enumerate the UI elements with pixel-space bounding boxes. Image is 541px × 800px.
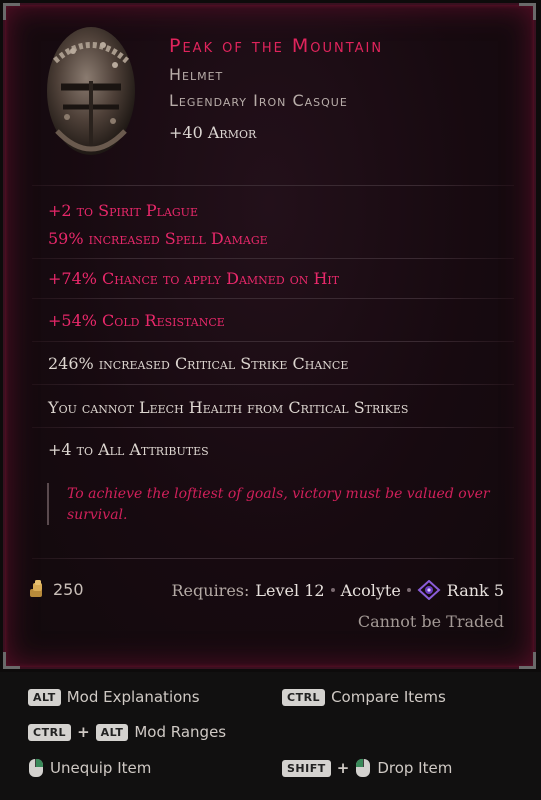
divider <box>32 185 514 186</box>
item-name: Peak of the Mountain <box>169 35 384 57</box>
requirements: Requires: Level 12 Acolyte Rank 5 <box>171 580 504 600</box>
mod-line: +2 to Spirit Plague <box>48 201 198 220</box>
helmet-icon <box>47 27 135 155</box>
ctrl-key: CTRL <box>28 723 72 741</box>
shift-key: SHIFT <box>282 759 331 777</box>
mod-line: +74% Chance to apply Damned on Hit <box>48 269 340 288</box>
item-tooltip: Peak of the Mountain Helmet Legendary Ir… <box>3 3 536 669</box>
mod-line: +4 to All Attributes <box>48 440 209 459</box>
divider <box>32 384 514 385</box>
flavor-bar <box>47 483 49 525</box>
required-level: Level 12 <box>255 580 325 600</box>
mod-line: 59% increased Spell Damage <box>48 229 268 248</box>
control-mod-explanations: ALT Mod Explanations <box>28 688 200 706</box>
mod-line: 246% increased Critical Strike Chance <box>48 354 349 373</box>
control-mod-ranges: CTRL + ALT Mod Ranges <box>28 723 226 741</box>
requires-label: Requires: <box>171 580 250 600</box>
separator-dot <box>406 588 411 592</box>
mod-line: +54% Cold Resistance <box>48 311 225 330</box>
divider <box>32 258 514 259</box>
corner-ornament <box>3 652 20 669</box>
required-class: Acolyte <box>340 580 401 600</box>
plus-sign: + <box>77 723 90 741</box>
flavor-text: To achieve the loftiest of goals, victor… <box>67 486 490 523</box>
divider <box>32 341 514 342</box>
item-base-type: Legendary Iron Casque <box>169 91 348 110</box>
control-label: Mod Explanations <box>66 688 200 706</box>
ctrl-key: CTRL <box>282 688 326 706</box>
gold-value: 250 <box>53 580 84 599</box>
mod-line: You cannot Leech Health from Critical St… <box>48 398 409 417</box>
controls-panel: ALT Mod Explanations CTRL Compare Items … <box>0 672 541 800</box>
separator-dot <box>330 588 335 592</box>
corner-ornament <box>519 652 536 669</box>
control-drop: SHIFT + Drop Item <box>282 758 452 778</box>
rank-icon <box>417 580 441 600</box>
divider <box>32 298 514 299</box>
control-compare-items: CTRL Compare Items <box>282 688 446 706</box>
corner-ornament <box>3 3 20 20</box>
alt-key: ALT <box>95 723 129 741</box>
gold-icon <box>30 580 42 597</box>
mouse-left-icon <box>356 758 371 777</box>
plus-sign: + <box>336 759 350 777</box>
control-unequip: Unequip Item <box>28 758 151 778</box>
control-label: Compare Items <box>331 688 446 706</box>
divider <box>32 427 514 428</box>
mouse-right-icon <box>29 758 44 777</box>
alt-key: ALT <box>28 688 61 706</box>
control-label: Mod Ranges <box>134 723 227 741</box>
divider <box>32 558 514 559</box>
trade-status: Cannot be Traded <box>357 612 504 631</box>
corner-ornament <box>519 3 536 20</box>
control-label: Unequip Item <box>50 759 152 777</box>
control-label: Drop Item <box>377 759 453 777</box>
required-rank: Rank 5 <box>446 580 504 600</box>
implicit-stat: +40 Armor <box>169 123 257 142</box>
item-type: Helmet <box>169 65 224 84</box>
